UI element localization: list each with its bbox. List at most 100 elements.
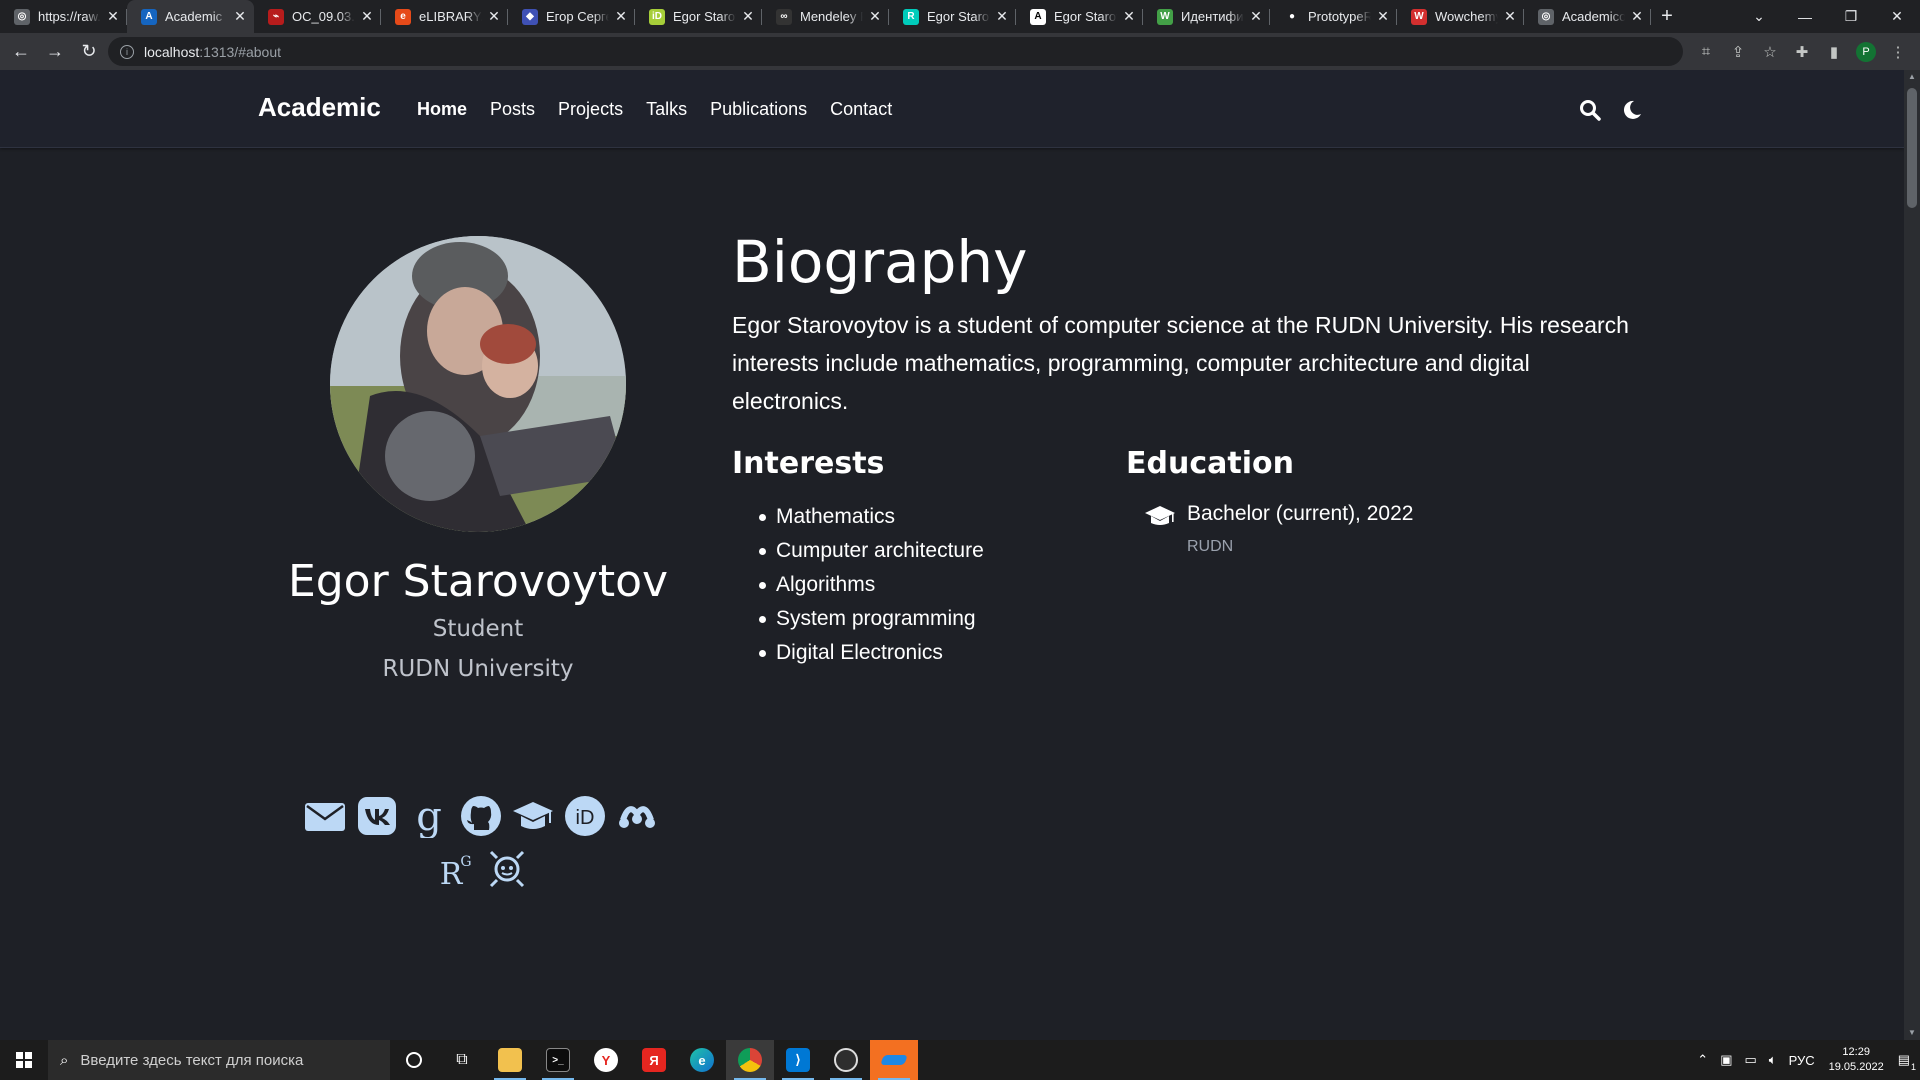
reload-button[interactable]: ↻ xyxy=(72,37,106,67)
interest-item: System programming xyxy=(759,602,984,636)
browser-tab[interactable]: e eLIBRARY.R ✕ xyxy=(381,0,508,33)
education-heading: Education xyxy=(1126,446,1294,481)
browser-tab[interactable]: ● PrototypeR ✕ xyxy=(1270,0,1397,33)
browser-tab[interactable]: R Egor Starov ✕ xyxy=(889,0,1016,33)
cortana-icon[interactable] xyxy=(390,1040,438,1080)
google-scholar-g-icon[interactable]: g xyxy=(405,792,453,840)
interests-list: Mathematics Cumputer architecture Algorith… xyxy=(759,500,984,670)
orcid-icon[interactable]: iD xyxy=(561,792,609,840)
profile-button[interactable]: P xyxy=(1850,37,1882,67)
dark-mode-moon-icon[interactable] xyxy=(1620,98,1644,122)
profile-organization[interactable]: RUDN University xyxy=(230,656,726,682)
forward-button[interactable]: → xyxy=(38,37,72,67)
side-panel-icon[interactable]: ▮ xyxy=(1818,37,1850,67)
obs-icon[interactable] xyxy=(822,1040,870,1080)
nav-link-talks[interactable]: Talks xyxy=(646,99,687,120)
restore-button[interactable]: ❐ xyxy=(1828,0,1874,33)
yandex-browser-icon[interactable]: Y xyxy=(582,1040,630,1080)
browser-tab[interactable]: ◎ https://raw. ✕ xyxy=(0,0,127,33)
site-info-icon[interactable]: i xyxy=(120,44,134,59)
site-brand[interactable]: Academic xyxy=(258,92,381,123)
profile-avatar: P xyxy=(1856,41,1876,62)
taskbar-search-box[interactable]: ⌕ Введите здесь текст для поиска xyxy=(48,1040,390,1080)
windows-start-button[interactable] xyxy=(0,1040,48,1080)
extensions-icon[interactable]: ✚ xyxy=(1786,37,1818,67)
tab-close-icon[interactable]: ✕ xyxy=(994,8,1010,25)
browser-tab[interactable]: ∞ Mendeley F ✕ xyxy=(762,0,889,33)
page-scrollbar[interactable]: ▲ ▼ xyxy=(1904,70,1920,1040)
profile-avatar-photo xyxy=(330,236,626,532)
input-language[interactable]: РУС xyxy=(1789,1053,1815,1068)
share-icon[interactable]: ⇪ xyxy=(1722,37,1754,67)
minimize-button[interactable]: — xyxy=(1782,0,1828,33)
github-icon[interactable] xyxy=(457,792,505,840)
search-icon[interactable] xyxy=(1578,98,1602,122)
tab-close-icon[interactable]: ✕ xyxy=(1375,8,1391,25)
scrollbar-thumb[interactable] xyxy=(1907,88,1917,208)
nav-link-posts[interactable]: Posts xyxy=(490,99,535,120)
mendeley-icon[interactable] xyxy=(613,792,661,840)
browser-tab[interactable]: A Academic ✕ xyxy=(127,0,254,33)
nav-link-publications[interactable]: Publications xyxy=(710,99,807,120)
system-tray: ⌃ ▣ ▭ 🔈︎ РУС 12:29 19.05.2022 ▤ 1 xyxy=(1691,1040,1920,1080)
file-explorer-icon[interactable] xyxy=(486,1040,534,1080)
tab-close-icon[interactable]: ✕ xyxy=(867,8,883,25)
scroll-up-arrow-icon[interactable]: ▲ xyxy=(1904,70,1920,84)
tab-close-icon[interactable]: ✕ xyxy=(1248,8,1264,25)
tab-close-icon[interactable]: ✕ xyxy=(105,8,121,25)
graduation-cap-icon[interactable] xyxy=(509,792,557,840)
bookmark-star-icon[interactable]: ☆ xyxy=(1754,37,1786,67)
network-icon[interactable]: ▭ xyxy=(1744,1052,1756,1068)
interest-item: Mathematics xyxy=(759,500,984,534)
back-button[interactable]: ← xyxy=(4,37,38,67)
edge-icon[interactable]: e xyxy=(678,1040,726,1080)
address-bar[interactable]: i localhost:1313/#about xyxy=(108,37,1683,66)
tab-close-icon[interactable]: ✕ xyxy=(1629,8,1645,25)
tab-close-icon[interactable]: ✕ xyxy=(740,8,756,25)
tab-close-icon[interactable]: ✕ xyxy=(486,8,502,25)
biography-text: Egor Starovoytov is a student of compute… xyxy=(732,312,1629,414)
taskbar-clock[interactable]: 12:29 19.05.2022 xyxy=(1829,1045,1884,1075)
vscode-icon[interactable]: ⟩ xyxy=(774,1040,822,1080)
tab-search-icon[interactable]: ⌄ xyxy=(1736,0,1782,33)
chrome-icon[interactable] xyxy=(726,1040,774,1080)
tab-close-icon[interactable]: ✕ xyxy=(1502,8,1518,25)
task-view-icon[interactable]: ⧉ xyxy=(438,1040,486,1080)
notifications-icon[interactable]: ▤ 1 xyxy=(1898,1052,1916,1072)
publons-icon[interactable] xyxy=(483,844,531,892)
tray-overflow-chevron-icon[interactable]: ⌃ xyxy=(1697,1052,1708,1068)
browser-tab[interactable]: ◎ Academicor ✕ xyxy=(1524,0,1651,33)
yandex-icon[interactable]: Я xyxy=(630,1040,678,1080)
tab-close-icon[interactable]: ✕ xyxy=(1121,8,1137,25)
clock-date: 19.05.2022 xyxy=(1828,1061,1884,1073)
translate-icon[interactable]: ⌗ xyxy=(1690,37,1722,67)
nav-link-projects[interactable]: Projects xyxy=(558,99,623,120)
nav-link-home[interactable]: Home xyxy=(417,99,467,120)
new-tab-button[interactable]: + xyxy=(1651,0,1683,33)
app-orange-icon[interactable] xyxy=(870,1040,918,1080)
tab-close-icon[interactable]: ✕ xyxy=(359,8,375,25)
camera-icon[interactable]: ▣ xyxy=(1720,1052,1732,1068)
browser-tab[interactable]: W Идентифик ✕ xyxy=(1143,0,1270,33)
terminal-icon[interactable]: >_ xyxy=(534,1040,582,1080)
browser-tab[interactable]: iD Egor Starov ✕ xyxy=(635,0,762,33)
researchgate-icon[interactable]: RG xyxy=(431,844,479,892)
nav-link-contact[interactable]: Contact xyxy=(830,99,892,120)
scroll-down-arrow-icon[interactable]: ▼ xyxy=(1904,1026,1920,1040)
tab-favicon-icon: ◎ xyxy=(1538,8,1554,25)
menu-kebab-icon[interactable]: ⋮ xyxy=(1882,37,1914,67)
svg-text:iD: iD xyxy=(576,807,595,829)
browser-tab[interactable]: W Wowchemy ✕ xyxy=(1397,0,1524,33)
tab-title: ОС_09.03.0 xyxy=(292,9,355,24)
tab-favicon-icon: e xyxy=(395,8,411,25)
tab-close-icon[interactable]: ✕ xyxy=(613,8,629,25)
envelope-icon[interactable] xyxy=(301,792,349,840)
volume-icon[interactable]: 🔈︎ xyxy=(1769,1052,1777,1068)
tab-close-icon[interactable]: ✕ xyxy=(232,8,248,25)
browser-tab[interactable]: A Egor Starov ✕ xyxy=(1016,0,1143,33)
tab-title: https://raw. xyxy=(38,9,101,24)
vk-icon[interactable] xyxy=(353,792,401,840)
browser-tab[interactable]: ◆ Егор Серге ✕ xyxy=(508,0,635,33)
browser-tab[interactable]: ⌁ ОС_09.03.0 ✕ xyxy=(254,0,381,33)
close-window-button[interactable]: ✕ xyxy=(1874,0,1920,33)
